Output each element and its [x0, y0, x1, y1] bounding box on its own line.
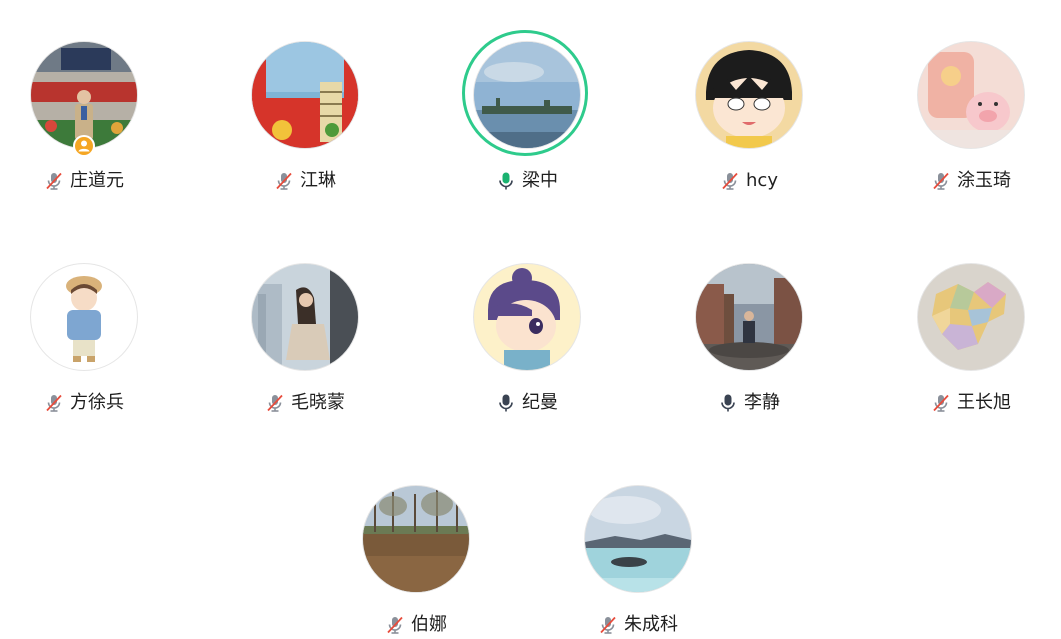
participant-tile[interactable]: 伯娜	[316, 486, 516, 639]
avatar-container	[918, 42, 1024, 148]
participant-name: 李静	[744, 392, 780, 413]
participant-tile[interactable]: 王长旭	[871, 264, 1061, 434]
participant-name: 毛晓蒙	[291, 392, 345, 413]
participant-tile[interactable]: 朱成科	[538, 486, 738, 639]
person-icon	[78, 140, 90, 152]
participant-tile[interactable]: 涂玉琦	[871, 42, 1061, 212]
mic-muted-icon	[276, 172, 292, 190]
participant-tile[interactable]: 庄道元	[0, 42, 184, 212]
participant-name: 江琳	[300, 170, 336, 191]
mic-icon	[499, 394, 513, 412]
avatar-container	[363, 486, 469, 592]
name-row: 毛晓蒙	[205, 391, 405, 415]
avatar[interactable]	[252, 264, 358, 370]
participant-grid: 庄道元 江琳 梁中 hcy 涂玉琦 方徐兵 毛晓蒙 纪曼 李静 王长旭 伯娜 朱…	[0, 0, 1061, 639]
name-row: hcy	[649, 169, 849, 193]
avatar[interactable]	[696, 264, 802, 370]
mic-muted-icon	[933, 172, 949, 190]
avatar-container	[474, 264, 580, 370]
participant-tile[interactable]: hcy	[649, 42, 849, 212]
avatar-container	[696, 42, 802, 148]
avatar[interactable]	[585, 486, 691, 592]
mic-muted-icon	[267, 394, 283, 412]
participant-tile[interactable]: 江琳	[205, 42, 405, 212]
avatar[interactable]	[31, 42, 137, 148]
participant-tile[interactable]: 纪曼	[427, 264, 627, 434]
participant-tile[interactable]: 方徐兵	[0, 264, 184, 434]
participant-name: 伯娜	[411, 614, 447, 635]
participant-name: 方徐兵	[70, 392, 124, 413]
avatar-container	[585, 486, 691, 592]
mic-muted-icon	[46, 172, 62, 190]
mic-muted-icon	[46, 394, 62, 412]
name-row: 涂玉琦	[871, 169, 1061, 193]
name-row: 伯娜	[316, 613, 516, 637]
participant-name: 庄道元	[70, 170, 124, 191]
avatar-container	[918, 264, 1024, 370]
mic-muted-icon	[722, 172, 738, 190]
participant-name: 王长旭	[957, 392, 1011, 413]
host-badge	[73, 135, 95, 157]
name-row: 梁中	[427, 169, 627, 193]
participant-name: 朱成科	[624, 614, 678, 635]
avatar-container	[31, 264, 137, 370]
participant-name: 纪曼	[522, 392, 558, 413]
avatar[interactable]	[363, 486, 469, 592]
avatar[interactable]	[474, 42, 580, 148]
name-row: 朱成科	[538, 613, 738, 637]
avatar[interactable]	[918, 264, 1024, 370]
name-row: 庄道元	[0, 169, 184, 193]
avatar-container	[252, 42, 358, 148]
mic-muted-icon	[600, 616, 616, 634]
mic-muted-icon	[933, 394, 949, 412]
avatar[interactable]	[252, 42, 358, 148]
mic-speaking-icon	[499, 172, 513, 190]
name-row: 纪曼	[427, 391, 627, 415]
mic-icon	[721, 394, 735, 412]
avatar-container	[462, 30, 588, 156]
avatar-container	[31, 42, 137, 157]
participant-tile[interactable]: 梁中	[427, 30, 627, 212]
avatar[interactable]	[918, 42, 1024, 148]
avatar[interactable]	[474, 264, 580, 370]
name-row: 李静	[649, 391, 849, 415]
avatar[interactable]	[31, 264, 137, 370]
avatar[interactable]	[696, 42, 802, 148]
name-row: 王长旭	[871, 391, 1061, 415]
name-row: 方徐兵	[0, 391, 184, 415]
mic-muted-icon	[387, 616, 403, 634]
avatar-container	[696, 264, 802, 370]
avatar-container	[252, 264, 358, 370]
participant-name: 梁中	[522, 170, 558, 191]
name-row: 江琳	[205, 169, 405, 193]
participant-name: hcy	[746, 170, 778, 191]
participant-name: 涂玉琦	[957, 170, 1011, 191]
participant-tile[interactable]: 毛晓蒙	[205, 264, 405, 434]
participant-tile[interactable]: 李静	[649, 264, 849, 434]
